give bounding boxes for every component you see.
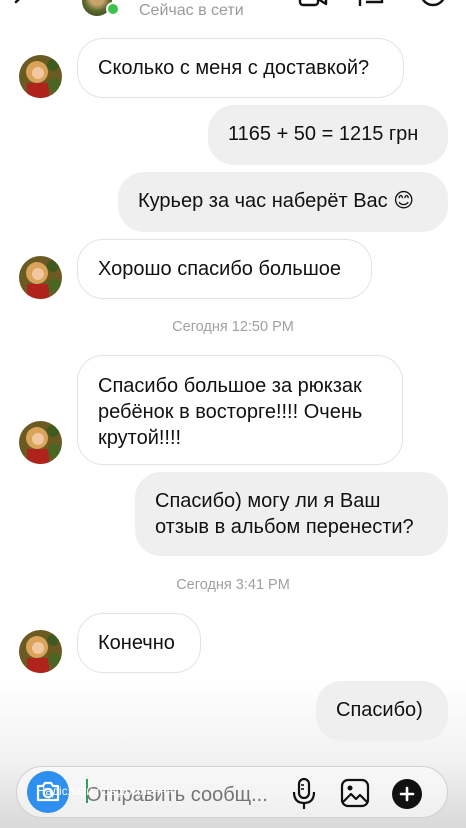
contact-avatar[interactable] [19, 630, 62, 673]
info-icon[interactable] [418, 0, 448, 16]
video-call-icon[interactable] [298, 0, 328, 16]
message-text: 1165 + 50 = 1215 грн [228, 123, 419, 145]
message-text: Хорошо спасибо большое [98, 258, 341, 280]
message-text: Спасибо) [336, 699, 423, 721]
contact-avatar[interactable] [19, 55, 62, 98]
online-indicator [106, 2, 120, 16]
back-arrow-icon[interactable] [6, 0, 34, 18]
contact-status: Сейчас в сети [139, 2, 244, 19]
chat-header: Сейчас в сети [0, 0, 466, 28]
message-text: Курьер за час наберёт Вас 😊 [138, 190, 415, 212]
message-bubble-incoming[interactable]: Хорошо спасибо большое [77, 239, 372, 299]
contact-avatar[interactable] [19, 421, 62, 464]
contact-avatar[interactable] [19, 256, 62, 299]
microphone-icon[interactable] [291, 777, 317, 811]
message-bubble-incoming[interactable]: Конечно [77, 613, 201, 673]
message-text: Спасибо большое за рюкзак ребёнок в вост… [98, 375, 363, 449]
send-message-caption: Надіслати повідомлення [37, 786, 174, 798]
flag-icon[interactable] [356, 0, 386, 16]
timestamp: Сегодня 3:41 PM [176, 577, 290, 593]
message-bubble-outgoing[interactable]: Спасибо) могу ли я Ваш отзыв в альбом пе… [135, 472, 448, 556]
message-text: Конечно [98, 632, 175, 654]
timestamp: Сегодня 12:50 PM [172, 319, 294, 335]
more-options-button[interactable] [392, 779, 422, 809]
message-text: Сколько с меня с доставкой? [98, 57, 370, 79]
plus-icon [399, 786, 415, 802]
gallery-icon[interactable] [340, 778, 370, 808]
message-bubble-outgoing[interactable]: 1165 + 50 = 1215 грн [208, 105, 448, 165]
message-bubble-outgoing[interactable]: Спасибо) [316, 681, 448, 741]
message-bubble-incoming[interactable]: Спасибо большое за рюкзак ребёнок в вост… [77, 355, 403, 465]
message-bubble-outgoing[interactable]: Курьер за час наберёт Вас 😊 [118, 172, 448, 232]
message-bubble-incoming[interactable]: Сколько с меня с доставкой? [77, 38, 404, 98]
message-text: Спасибо) могу ли я Ваш отзыв в альбом пе… [155, 490, 414, 538]
